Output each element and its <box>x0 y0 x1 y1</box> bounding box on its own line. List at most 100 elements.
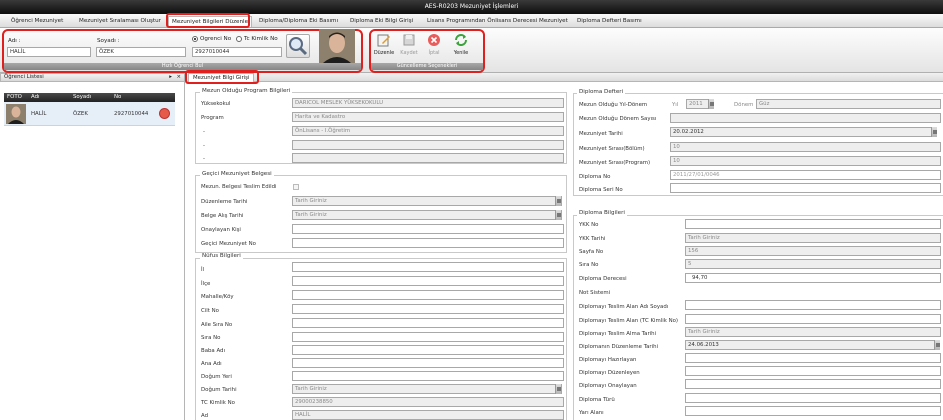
baba-adi-label: Baba Adı <box>201 348 225 354</box>
ana-adi-field[interactable] <box>292 358 564 368</box>
iptal-label: İptal <box>428 50 440 56</box>
row-action-icon[interactable] <box>159 108 170 119</box>
kaydet-label: Kaydet <box>400 50 418 56</box>
yil-dropdown-icon[interactable] <box>708 99 714 109</box>
cilt-no-label: Cilt No <box>201 308 219 314</box>
menu-lisans-onlisans[interactable]: Lisans Programından Önlisans Derecesi Me… <box>424 16 571 27</box>
diploma-sira-no-field[interactable]: 5 <box>685 259 941 269</box>
onaylayan-field[interactable] <box>292 224 564 234</box>
duzenleyen-field[interactable] <box>685 366 941 376</box>
alis-tarihi-field[interactable]: Tarih Giriniz <box>292 210 562 220</box>
ana-adi-label: Ana Adı <box>201 361 222 367</box>
aile-sira-no-field[interactable] <box>292 318 564 328</box>
col-no[interactable]: No <box>114 93 121 102</box>
window-title: AES-R0203 Mezuniyet İşlemleri <box>0 0 943 14</box>
teslim-label: Mezun. Belgesi Teslim Edildi <box>201 184 277 190</box>
calendar-icon[interactable] <box>555 210 561 220</box>
kaydet-button[interactable]: Kaydet <box>398 33 420 56</box>
duzenleme-tarih-field[interactable]: 24.06.2013 <box>685 340 935 350</box>
yuksekokul-label: Yüksekokul <box>201 101 231 107</box>
gecici-no-field[interactable] <box>292 238 564 248</box>
sira-bolum-field[interactable]: 10 <box>670 142 941 152</box>
derece-label: Diploma Derecesi <box>579 276 627 282</box>
col-soyadi[interactable]: Soyadı <box>73 93 91 102</box>
sira-no-field[interactable] <box>292 332 564 342</box>
refresh-icon <box>455 34 467 46</box>
yari-alani-label: Yarı Alanı <box>579 410 604 416</box>
radio-tc-kimlik-label: Tc Kimlik No <box>244 36 278 42</box>
menu-ogrenci-mezuniyet[interactable]: Öğrenci Mezuniyet <box>8 16 66 27</box>
tc-kimlik-field[interactable]: 29000238850 <box>292 397 564 407</box>
close-icon[interactable]: × <box>176 74 181 81</box>
menu-diploma-basimi[interactable]: Diploma/Diploma Eki Basımı <box>256 16 341 27</box>
yuksekokul-field[interactable]: DARICOL MESLEK YÜKSEKOKULU <box>292 98 564 108</box>
yari-alani-field[interactable] <box>685 406 941 416</box>
table-row[interactable]: HALİL ÖZEK 2927010044 <box>4 102 175 126</box>
menu-diploma-defteri[interactable]: Diploma Defteri Basımı <box>574 16 645 27</box>
calendar-icon[interactable] <box>934 340 940 350</box>
dogum-yeri-field[interactable] <box>292 371 564 381</box>
diploma-turu-field[interactable] <box>685 393 941 403</box>
teslim-alan-field[interactable] <box>685 300 941 310</box>
sayfa-no-field[interactable]: 156 <box>685 246 941 256</box>
ad-input[interactable]: HALİL <box>7 47 91 57</box>
program-extra-field-1[interactable] <box>292 140 564 150</box>
program-type-field[interactable]: ÖnLisans - I.Öğretim <box>292 126 564 136</box>
edit-icon <box>377 34 390 47</box>
cilt-no-field[interactable] <box>292 304 564 314</box>
diploma-no-field[interactable]: 2011/27/01/0046 <box>670 170 941 180</box>
menu-mezuniyet-siralamasi[interactable]: Mezuniyet Sıralaması Oluştur <box>76 16 164 27</box>
ykk-tarihi-field[interactable]: Tarih Giriniz <box>685 233 941 243</box>
calendar-icon[interactable] <box>931 127 937 137</box>
baba-adi-field[interactable] <box>292 345 564 355</box>
hazirlayan-field[interactable] <box>685 353 941 363</box>
row-no: 2927010044 <box>114 111 149 117</box>
col-foto[interactable]: FOTO <box>7 93 22 102</box>
ad-field[interactable]: HALİL <box>292 410 564 420</box>
duzenle-label: Düzenle <box>373 50 395 56</box>
mezuniyet-tarihi-label: Mezuniyet Tarihi <box>579 131 623 137</box>
mahalle-label: Mahalle/Köy <box>201 294 234 300</box>
soyadi-input[interactable]: ÖZEK <box>96 47 186 57</box>
search-button[interactable] <box>286 34 310 58</box>
pin-icon[interactable]: ▸ <box>169 74 172 81</box>
yenile-button[interactable]: Yenile <box>450 33 472 56</box>
mezuniyet-tarihi-field[interactable]: 20.02.2012 <box>670 127 936 137</box>
mahalle-field[interactable] <box>292 290 564 300</box>
teslim-checkbox[interactable] <box>293 184 299 190</box>
il-field[interactable] <box>292 262 564 272</box>
radio-ogrenci-no[interactable] <box>192 36 198 42</box>
menu-diploma-eki-bilgi[interactable]: Diploma Eki Bilgi Girişi <box>347 16 416 27</box>
ilce-field[interactable] <box>292 276 564 286</box>
student-list-header: Öğrenci Listesi ▸ × <box>0 73 185 82</box>
il-label: İl <box>201 267 205 273</box>
radio-tc-kimlik[interactable] <box>236 36 242 42</box>
duzenleme-tarihi-label: Düzenleme Tarihi <box>201 199 248 205</box>
diploma-turu-label: Diploma Türü <box>579 397 615 403</box>
seri-no-field[interactable] <box>670 183 941 193</box>
col-adi[interactable]: Adı <box>31 93 40 102</box>
program-extra-field-2[interactable] <box>292 153 564 163</box>
donem-sayisi-field[interactable] <box>670 113 941 123</box>
row-ad: HALİL <box>31 111 47 117</box>
duzenle-button[interactable]: Düzenle <box>373 33 395 56</box>
donem-field[interactable]: Güz <box>756 99 941 109</box>
teslim-tarih-field[interactable]: Tarih Giriniz <box>685 327 941 337</box>
donem-label: Dönem <box>734 102 754 108</box>
ykk-no-field[interactable] <box>685 219 941 229</box>
sira-program-field[interactable]: 10 <box>670 156 941 166</box>
sira-no-label: Sıra No <box>201 335 221 341</box>
derece-field[interactable]: 94,70 <box>685 273 941 283</box>
iptal-button[interactable]: İptal <box>423 33 445 56</box>
calendar-icon[interactable] <box>555 196 561 206</box>
program-field[interactable]: Harita ve Kadastro <box>292 112 564 122</box>
dogum-tarihi-field[interactable]: Tarih Giriniz <box>292 384 562 394</box>
diploma-section-legend: Diploma Bilgileri <box>577 210 627 216</box>
teslim-tc-field[interactable] <box>685 314 941 324</box>
number-input[interactable]: 2927010044 <box>192 47 282 57</box>
duzenleme-tarihi-field[interactable]: Tarih Giriniz <box>292 196 562 206</box>
student-thumbnail <box>6 104 26 124</box>
onaylayan-diploma-field[interactable] <box>685 379 941 389</box>
calendar-icon[interactable] <box>555 384 561 394</box>
nufus-section-legend: Nüfus Bilgileri <box>200 253 243 259</box>
